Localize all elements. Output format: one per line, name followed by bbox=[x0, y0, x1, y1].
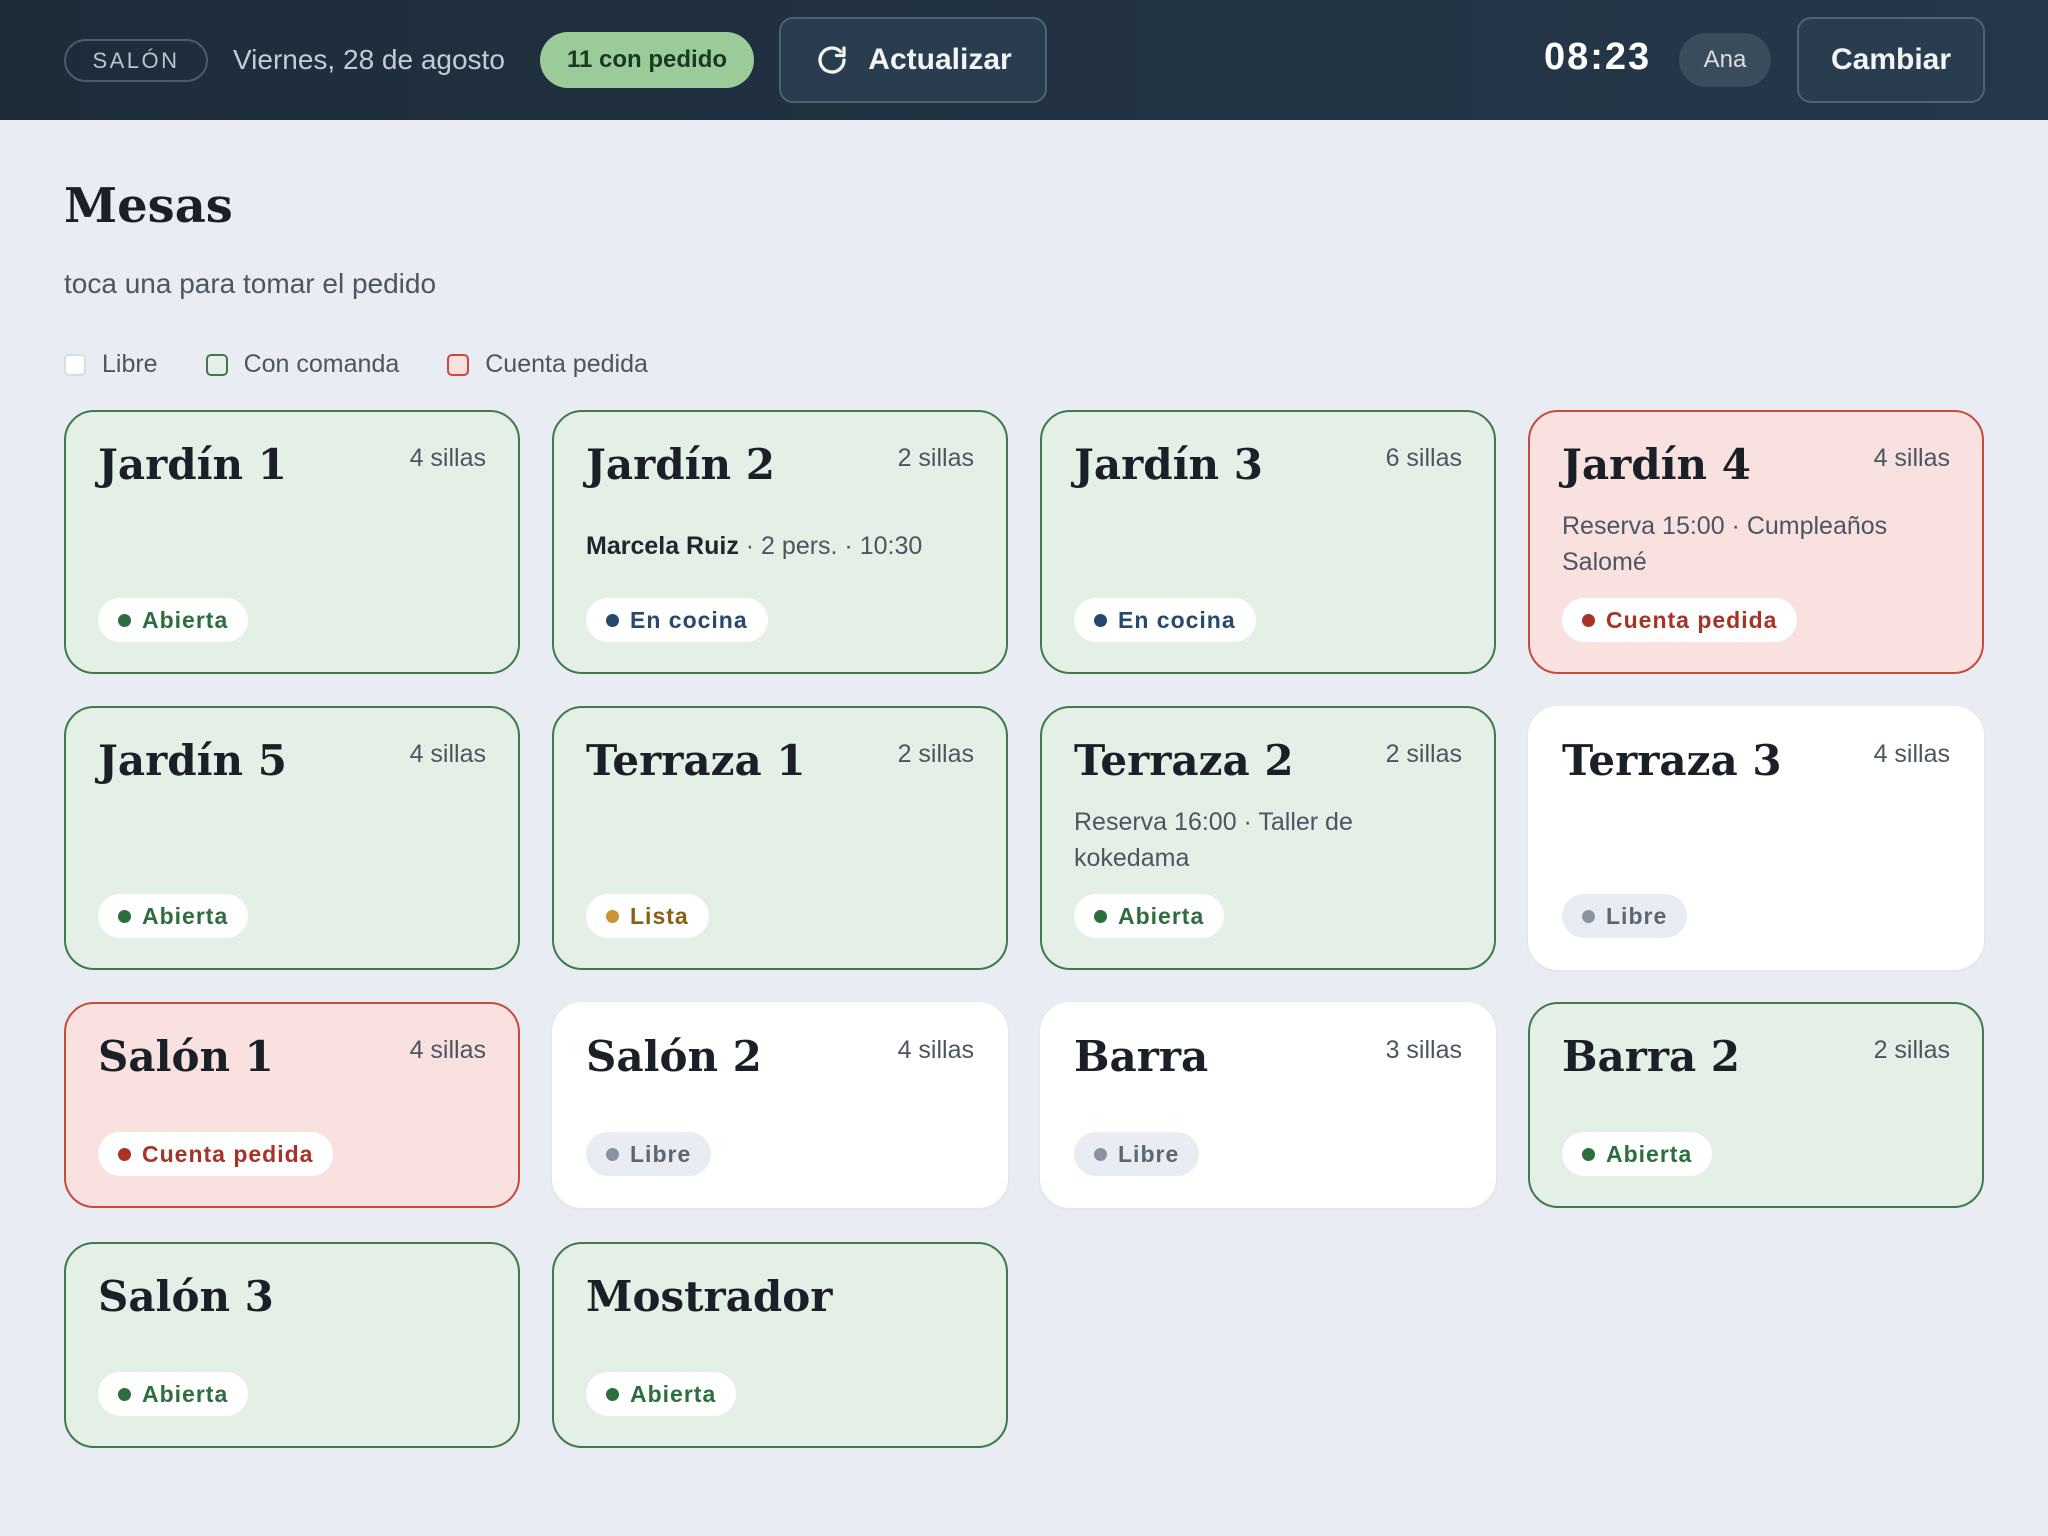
status-badge: Abierta bbox=[1562, 1132, 1713, 1176]
legend-swatch-con-comanda bbox=[205, 353, 228, 376]
table-name: Jardín 3 bbox=[1074, 440, 1263, 489]
status-badge: Cuenta pedida bbox=[98, 1132, 334, 1176]
table-seats: 4 sillas bbox=[897, 1036, 974, 1064]
table-card-jardin-2[interactable]: Jardín 2 2 sillas Marcela Ruiz · 2 pers.… bbox=[552, 410, 1008, 674]
page-subtitle: toca una para tomar el pedido bbox=[64, 268, 437, 299]
legend-label: Libre bbox=[102, 350, 158, 378]
table-name: Barra bbox=[1074, 1032, 1209, 1081]
table-card-barra[interactable]: Barra 3 sillas Libre bbox=[1040, 1002, 1496, 1208]
table-card-terraza-2[interactable]: Terraza 2 2 sillas Reserva 16:00 · Talle… bbox=[1040, 706, 1496, 970]
guest-name: Marcela Ruiz bbox=[586, 532, 739, 560]
status-badge: En cocina bbox=[586, 598, 768, 642]
reservation-note: Reserva 15:00 · Cumpleaños Salomé bbox=[1562, 512, 1888, 576]
clock: 08:23 bbox=[1544, 36, 1652, 78]
legend-label: Con comanda bbox=[243, 350, 400, 378]
status-badge: Abierta bbox=[98, 598, 249, 642]
status-badge: Abierta bbox=[1074, 894, 1225, 938]
table-seats: 6 sillas bbox=[1385, 444, 1462, 472]
table-seats: 2 sillas bbox=[1385, 740, 1462, 768]
table-seats: 2 sillas bbox=[897, 740, 974, 768]
status-badge: Cuenta pedida bbox=[1562, 598, 1798, 642]
table-card-salon-2[interactable]: Salón 2 4 sillas Libre bbox=[552, 1002, 1008, 1208]
table-seats: 3 sillas bbox=[1385, 1036, 1462, 1064]
table-seats: 2 sillas bbox=[897, 444, 974, 472]
table-card-salon-1[interactable]: Salón 1 4 sillas Cuenta pedida bbox=[64, 1002, 520, 1208]
reservation-note: Reserva 16:00 · Taller de kokedama bbox=[1074, 808, 1353, 872]
table-name: Jardín 1 bbox=[98, 440, 287, 489]
table-seats: 4 sillas bbox=[1873, 740, 1950, 768]
table-seats: 4 sillas bbox=[409, 1036, 486, 1064]
refresh-button[interactable]: Actualizar bbox=[779, 17, 1047, 103]
table-name: Jardín 5 bbox=[98, 736, 287, 785]
table-seats: 2 sillas bbox=[1873, 1036, 1950, 1064]
table-seats: 4 sillas bbox=[409, 740, 486, 768]
table-card-barra-2[interactable]: Barra 2 2 sillas Abierta bbox=[1528, 1002, 1984, 1208]
table-card-mostrador[interactable]: Mostrador Abierta bbox=[552, 1242, 1008, 1448]
refresh-icon bbox=[818, 46, 846, 74]
orders-count-badge: 11 con pedido bbox=[540, 32, 754, 88]
status-badge: Abierta bbox=[586, 1372, 737, 1416]
user-name: Ana bbox=[1679, 33, 1771, 87]
table-seats: 4 sillas bbox=[1873, 444, 1950, 472]
status-badge: Abierta bbox=[98, 894, 249, 938]
legend-swatch-cuenta-pedida bbox=[447, 353, 470, 376]
status-badge: Lista bbox=[586, 894, 709, 938]
status-badge: Libre bbox=[1562, 894, 1688, 938]
reservation-info: Marcela Ruiz · 2 pers. · 10:30 bbox=[586, 528, 966, 564]
current-date: Viernes, 28 de agosto bbox=[233, 44, 505, 75]
table-card-jardin-3[interactable]: Jardín 3 6 sillas En cocina bbox=[1040, 410, 1496, 674]
table-name: Salón 1 bbox=[98, 1032, 274, 1081]
table-name: Terraza 2 bbox=[1074, 736, 1294, 785]
table-name: Terraza 1 bbox=[586, 736, 806, 785]
table-card-jardin-4[interactable]: Jardín 4 4 sillas Reserva 15:00 · Cumple… bbox=[1528, 410, 1984, 674]
legend-swatch-libre bbox=[64, 353, 86, 376]
status-badge: En cocina bbox=[1074, 598, 1256, 642]
page-title: Mesas bbox=[64, 178, 233, 234]
status-badge: Libre bbox=[586, 1132, 712, 1176]
table-card-terraza-3[interactable]: Terraza 3 4 sillas Libre bbox=[1528, 706, 1984, 970]
table-name: Barra 2 bbox=[1562, 1032, 1741, 1081]
status-badge: Libre bbox=[1074, 1132, 1200, 1176]
table-card-jardin-1[interactable]: Jardín 1 4 sillas Abierta bbox=[64, 410, 520, 674]
table-name: Jardín 2 bbox=[586, 440, 775, 489]
table-name: Jardín 4 bbox=[1562, 440, 1751, 489]
table-card-salon-3[interactable]: Salón 3 Abierta bbox=[64, 1242, 520, 1448]
table-card-jardin-5[interactable]: Jardín 5 4 sillas Abierta bbox=[64, 706, 520, 970]
switch-user-button[interactable]: Cambiar bbox=[1797, 17, 1985, 103]
table-name: Terraza 3 bbox=[1562, 736, 1782, 785]
legend-item-con-comanda: Con comanda bbox=[205, 350, 400, 379]
top-bar: SALÓN Viernes, 28 de agosto 11 con pedid… bbox=[0, 0, 2048, 120]
table-card-terraza-1[interactable]: Terraza 1 2 sillas Lista bbox=[552, 706, 1008, 970]
table-name: Mostrador bbox=[586, 1272, 833, 1321]
legend: Libre Con comanda Cuenta pedida bbox=[64, 350, 648, 379]
table-name: Salón 2 bbox=[586, 1032, 762, 1081]
status-badge: Abierta bbox=[98, 1372, 249, 1416]
legend-item-cuenta-pedida: Cuenta pedida bbox=[447, 350, 648, 379]
guest-detail: · 2 pers. · 10:30 bbox=[738, 532, 923, 560]
section-label: SALÓN bbox=[64, 39, 208, 82]
legend-label: Cuenta pedida bbox=[485, 350, 648, 378]
table-name: Salón 3 bbox=[98, 1272, 274, 1321]
refresh-label: Actualizar bbox=[868, 43, 1012, 76]
table-seats: 4 sillas bbox=[409, 444, 486, 472]
legend-item-libre: Libre bbox=[64, 350, 158, 379]
